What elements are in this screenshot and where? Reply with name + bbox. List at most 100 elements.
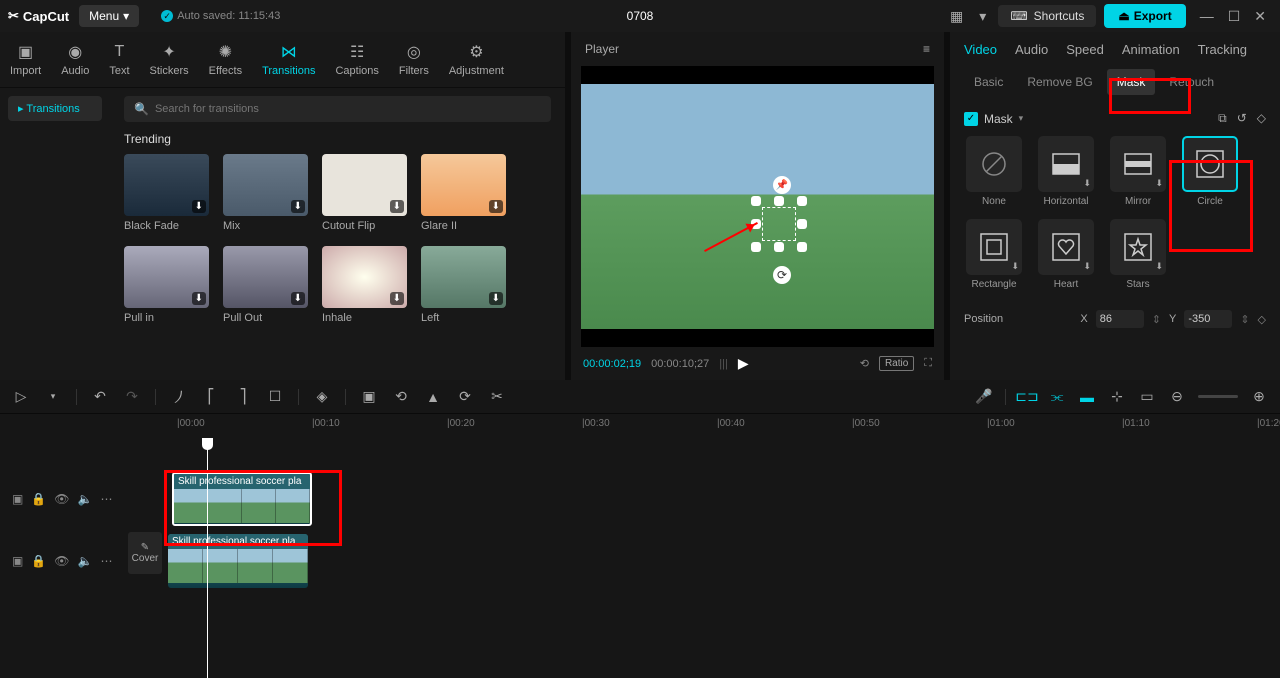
download-icon[interactable]: ⬇ bbox=[192, 292, 206, 305]
search-input[interactable]: 🔍 bbox=[124, 96, 551, 122]
player-menu-icon[interactable]: ≡ bbox=[923, 42, 930, 56]
undo-button[interactable]: ↶ bbox=[91, 389, 109, 405]
mask-none[interactable]: None bbox=[964, 136, 1024, 207]
transition-item[interactable]: ⬇Pull Out bbox=[223, 246, 308, 324]
lock-icon[interactable]: 🔒 bbox=[31, 554, 46, 568]
magnet-button[interactable]: ⊏⊐ bbox=[1018, 389, 1036, 405]
transition-item[interactable]: ⬇Pull in bbox=[124, 246, 209, 324]
link-button[interactable]: ⫘ bbox=[1048, 389, 1066, 405]
selection-tool[interactable]: ▷ bbox=[12, 389, 30, 405]
right-tab-speed[interactable]: Speed bbox=[1066, 42, 1104, 57]
transition-item[interactable]: ⬇Glare II bbox=[421, 154, 506, 232]
right-tab-video[interactable]: Video bbox=[964, 42, 997, 57]
position-x-input[interactable] bbox=[1096, 310, 1144, 328]
tab-filters[interactable]: ◎Filters bbox=[389, 38, 439, 81]
preview-button[interactable]: ▭ bbox=[1138, 389, 1156, 405]
maximize-button[interactable]: ☐ bbox=[1228, 8, 1241, 25]
expand-icon[interactable]: ▣ bbox=[12, 554, 23, 568]
scan-icon[interactable]: ⟲ bbox=[860, 357, 869, 370]
split-left-button[interactable]: ⎡ bbox=[202, 389, 220, 405]
tab-import[interactable]: ▣Import bbox=[0, 38, 51, 81]
rotate-icon[interactable]: ⟳ bbox=[773, 266, 791, 284]
download-icon[interactable]: ⬇ bbox=[291, 200, 305, 213]
right-tab-tracking[interactable]: Tracking bbox=[1198, 42, 1247, 57]
mask-horizontal[interactable]: ⬇Horizontal bbox=[1036, 136, 1096, 207]
tab-effects[interactable]: ✺Effects bbox=[199, 38, 252, 81]
tab-text[interactable]: TText bbox=[99, 38, 139, 81]
pin-icon[interactable]: 📌 bbox=[773, 176, 791, 194]
copy-icon[interactable]: ⧉ bbox=[1218, 111, 1227, 126]
tab-adjustment[interactable]: ⚙Adjustment bbox=[439, 38, 514, 81]
split-right-button[interactable]: ⎤ bbox=[234, 389, 252, 405]
lock-icon[interactable]: 🔒 bbox=[31, 492, 46, 506]
transition-item[interactable]: ⬇Inhale bbox=[322, 246, 407, 324]
mask-transform-handles[interactable] bbox=[756, 201, 802, 247]
download-icon[interactable]: ⬇ bbox=[390, 292, 404, 305]
ratio-button[interactable]: Ratio bbox=[879, 356, 914, 371]
mute-icon[interactable]: 🔈 bbox=[78, 492, 93, 506]
zoom-in-button[interactable]: ⊕ bbox=[1250, 389, 1268, 405]
cover-button[interactable]: ✎ Cover bbox=[128, 532, 162, 574]
mask-stars[interactable]: ⬇Stars bbox=[1108, 219, 1168, 290]
layout-icon[interactable]: ▦ bbox=[946, 4, 967, 29]
more-icon[interactable]: ⋯ bbox=[100, 492, 112, 506]
mask-heart[interactable]: ⬇Heart bbox=[1036, 219, 1096, 290]
transition-item[interactable]: ⬇Left bbox=[421, 246, 506, 324]
position-y-input[interactable] bbox=[1184, 310, 1232, 328]
zoom-slider[interactable] bbox=[1198, 395, 1238, 398]
split-button[interactable]: ⵰ bbox=[170, 389, 188, 405]
fullscreen-icon[interactable]: ⛶ bbox=[924, 357, 932, 370]
timeline-ruler[interactable]: |00:00 |00:10 |00:20 |00:30 |00:40 |00:5… bbox=[0, 414, 1280, 438]
right-tab-animation[interactable]: Animation bbox=[1122, 42, 1180, 57]
rotate-button[interactable]: ⟳ bbox=[456, 389, 474, 405]
reverse-button[interactable]: ⟲ bbox=[392, 389, 410, 405]
shortcuts-button[interactable]: ⌨ Shortcuts bbox=[998, 5, 1096, 27]
close-button[interactable]: ✕ bbox=[1254, 8, 1266, 25]
tab-captions[interactable]: ☷Captions bbox=[325, 38, 388, 81]
right-tab-audio[interactable]: Audio bbox=[1015, 42, 1048, 57]
group-button[interactable]: ▣ bbox=[360, 389, 378, 405]
tab-transitions[interactable]: ⋈Transitions bbox=[252, 38, 325, 81]
minimize-button[interactable]: — bbox=[1200, 8, 1214, 25]
transition-item[interactable]: ⬇Mix bbox=[223, 154, 308, 232]
mask-checkbox[interactable]: ✓ bbox=[964, 112, 978, 126]
download-icon[interactable]: ⬇ bbox=[489, 200, 503, 213]
reset-icon[interactable]: ↺ bbox=[1237, 111, 1247, 126]
crop-button[interactable]: ✂ bbox=[488, 389, 506, 405]
expand-icon[interactable]: ▣ bbox=[12, 492, 23, 506]
redo-button[interactable]: ↷ bbox=[123, 389, 141, 405]
sub-tab-basic[interactable]: Basic bbox=[964, 69, 1013, 95]
snap-button[interactable]: ▬ bbox=[1078, 389, 1096, 405]
zoom-out-button[interactable]: ⊖ bbox=[1168, 389, 1186, 405]
tab-audio[interactable]: ◉Audio bbox=[51, 38, 99, 81]
visibility-icon[interactable]: 👁 bbox=[54, 492, 69, 506]
search-field[interactable] bbox=[155, 103, 541, 115]
mask-rectangle[interactable]: ⬇Rectangle bbox=[964, 219, 1024, 290]
sub-tab-removebg[interactable]: Remove BG bbox=[1017, 69, 1102, 95]
mute-icon[interactable]: 🔈 bbox=[78, 554, 93, 568]
play-button[interactable]: ▶ bbox=[738, 355, 749, 372]
transition-item[interactable]: ⬇Black Fade bbox=[124, 154, 209, 232]
export-button[interactable]: ⏏ Export bbox=[1104, 4, 1185, 28]
mic-button[interactable]: 🎤 bbox=[975, 389, 993, 405]
keyframe-icon[interactable]: ◇ bbox=[1257, 111, 1266, 126]
download-icon[interactable]: ⬇ bbox=[390, 200, 404, 213]
marker-button[interactable]: ◈ bbox=[313, 389, 331, 405]
more-icon[interactable]: ⋯ bbox=[100, 554, 112, 568]
chevron-down-icon[interactable]: ▾ bbox=[975, 4, 990, 29]
visibility-icon[interactable]: 👁 bbox=[54, 554, 69, 568]
tab-stickers[interactable]: ✦Stickers bbox=[140, 38, 199, 81]
mirror-button[interactable]: ▲ bbox=[424, 389, 442, 405]
transition-item[interactable]: ⬇Cutout Flip bbox=[322, 154, 407, 232]
align-button[interactable]: ⊹ bbox=[1108, 389, 1126, 405]
download-icon[interactable]: ⬇ bbox=[489, 292, 503, 305]
download-icon[interactable]: ⬇ bbox=[192, 200, 206, 213]
download-icon[interactable]: ⬇ bbox=[291, 292, 305, 305]
sidebar-item-transitions[interactable]: ▸ Transitions bbox=[8, 96, 102, 121]
delete-button[interactable]: ☐ bbox=[266, 389, 284, 405]
mask-mirror[interactable]: ⬇Mirror bbox=[1108, 136, 1168, 207]
keyframe-icon[interactable]: ◇ bbox=[1258, 313, 1266, 326]
menu-button[interactable]: Menu ▾ bbox=[79, 5, 139, 27]
chevron-down-icon[interactable]: ▾ bbox=[44, 389, 62, 405]
player-preview[interactable]: 📌 ⟳ bbox=[581, 66, 934, 347]
